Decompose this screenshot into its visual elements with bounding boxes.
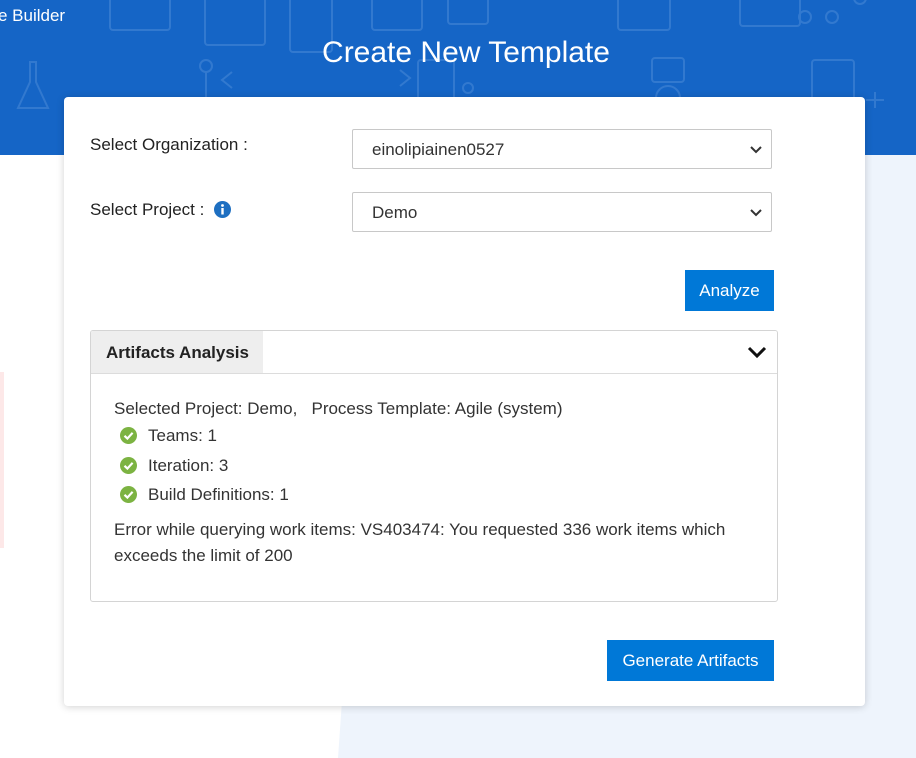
result-label: Iteration: 3: [148, 456, 229, 475]
generate-artifacts-button[interactable]: Generate Artifacts: [607, 640, 774, 681]
info-icon[interactable]: [214, 201, 231, 218]
analysis-summary: Selected Project: Demo, Process Template…: [114, 399, 563, 418]
artifacts-analysis-panel: Artifacts Analysis Selected Project: Dem…: [90, 330, 778, 602]
chevron-down-icon[interactable]: [747, 344, 767, 360]
organization-label: Select Organization :: [90, 135, 248, 154]
panel-header[interactable]: Artifacts Analysis: [91, 331, 777, 374]
check-circle-icon: [120, 427, 137, 444]
organization-value: einolipiainen0527: [372, 140, 505, 159]
panel-tab[interactable]: Artifacts Analysis: [91, 331, 263, 373]
chevron-down-icon: [750, 209, 762, 217]
organization-select[interactable]: einolipiainen0527: [352, 129, 772, 169]
error-message: Error while querying work items: VS40347…: [114, 520, 726, 565]
template-card: Select Organization : einolipiainen0527 …: [64, 97, 865, 706]
chevron-down-icon: [750, 146, 762, 154]
check-circle-icon: [120, 457, 137, 474]
result-label: Build Definitions: 1: [148, 485, 289, 504]
result-label: Teams: 1: [148, 426, 217, 445]
project-label: Select Project :: [90, 200, 205, 219]
check-circle-icon: [120, 486, 137, 503]
page-title: Create New Template: [322, 36, 610, 69]
panel-title: Artifacts Analysis: [106, 343, 249, 362]
analyze-button[interactable]: Analyze: [685, 270, 774, 311]
project-select[interactable]: Demo: [352, 192, 772, 232]
project-value: Demo: [372, 203, 418, 222]
brand-name: e Builder: [0, 6, 66, 25]
